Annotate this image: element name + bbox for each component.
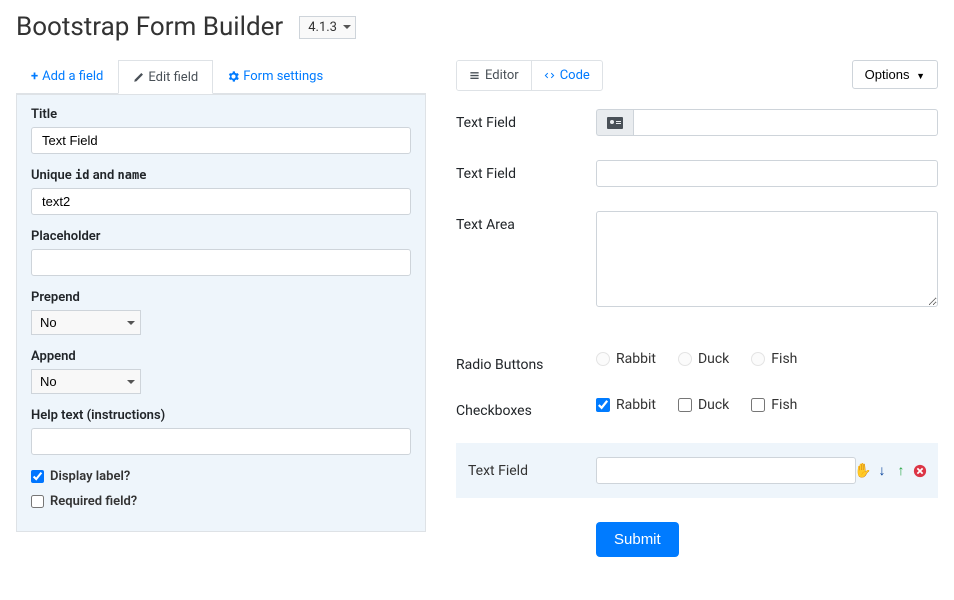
field-radio: Radio Buttons Rabbit Duck Fish — [456, 351, 938, 373]
radio-option[interactable]: Fish — [751, 351, 797, 367]
helptext-label: Help text (instructions) — [31, 408, 411, 423]
move-up-icon[interactable]: ↑ — [893, 463, 909, 479]
append-label: Append — [31, 349, 411, 364]
submit-button[interactable]: Submit — [596, 522, 679, 557]
field-text-1: Text Field — [456, 109, 938, 136]
unique-input[interactable] — [31, 188, 411, 215]
left-nav-tabs: + Add a field Edit field Form settings — [16, 60, 426, 94]
checkbox-duck[interactable] — [678, 398, 692, 412]
tab-edit-field[interactable]: Edit field — [118, 60, 213, 94]
required-field-text: Required field? — [50, 494, 137, 509]
helptext-input[interactable] — [31, 428, 411, 455]
field-text-2: Text Field — [456, 160, 938, 187]
field-checkboxes: Checkboxes Rabbit Duck Fish — [456, 397, 938, 419]
text-input-2[interactable] — [596, 160, 938, 187]
display-label-text: Display label? — [50, 469, 130, 484]
title-input[interactable] — [31, 127, 411, 154]
title-label: Title — [31, 107, 411, 122]
unique-label: Unique id and name — [31, 168, 411, 183]
plus-icon: + — [31, 69, 38, 84]
radio-duck[interactable] — [678, 352, 692, 366]
selected-field-row[interactable]: Text Field ✋ ↓ ↑ — [456, 443, 938, 498]
id-card-icon — [607, 117, 623, 129]
prepend-label: Prepend — [31, 290, 411, 305]
page-title: Bootstrap Form Builder — [16, 12, 283, 42]
gear-icon — [228, 71, 239, 82]
tab-code[interactable]: Code — [532, 61, 602, 90]
checkbox-option[interactable]: Rabbit — [596, 397, 656, 413]
prepend-select[interactable]: No — [31, 310, 141, 335]
required-field-checkbox[interactable] — [31, 495, 44, 508]
options-button[interactable]: Options ▼ — [852, 60, 938, 89]
radio-option[interactable]: Duck — [678, 351, 729, 367]
checkbox-fish[interactable] — [751, 398, 765, 412]
placeholder-label: Placeholder — [31, 229, 411, 244]
textarea-input[interactable] — [596, 211, 938, 307]
field-textarea: Text Area — [456, 211, 938, 311]
append-select[interactable]: No — [31, 369, 141, 394]
text-input-1[interactable] — [633, 109, 938, 136]
tab-editor[interactable]: Editor — [457, 61, 532, 90]
checkbox-rabbit[interactable] — [596, 398, 610, 412]
version-select[interactable]: 4.1.3 — [299, 16, 356, 39]
edit-field-panel: Title Unique id and name Placeholder Pre… — [16, 94, 426, 532]
delete-icon[interactable] — [912, 463, 928, 479]
tab-form-settings[interactable]: Form settings — [213, 60, 338, 93]
list-icon — [469, 70, 480, 81]
prepend-badge — [596, 109, 633, 136]
pencil-icon — [133, 72, 144, 83]
checkbox-option[interactable]: Fish — [751, 397, 797, 413]
drag-handle-icon[interactable]: ✋ — [855, 463, 871, 479]
radio-option[interactable]: Rabbit — [596, 351, 656, 367]
code-icon — [544, 70, 555, 81]
left-panel: + Add a field Edit field Form settings T… — [16, 60, 426, 557]
placeholder-input[interactable] — [31, 249, 411, 276]
row-actions: ✋ ↓ ↑ — [855, 463, 928, 479]
radio-rabbit[interactable] — [596, 352, 610, 366]
preview-tabs: Editor Code — [456, 60, 603, 91]
checkbox-option[interactable]: Duck — [678, 397, 729, 413]
selected-text-input[interactable] — [596, 457, 856, 484]
right-panel: Editor Code Options ▼ Text Field — [456, 60, 938, 557]
caret-down-icon: ▼ — [916, 71, 925, 81]
display-label-checkbox[interactable] — [31, 470, 44, 483]
tab-add-field[interactable]: + Add a field — [16, 60, 118, 93]
move-down-icon[interactable]: ↓ — [874, 463, 890, 479]
page-header: Bootstrap Form Builder 4.1.3 — [16, 12, 938, 42]
radio-fish[interactable] — [751, 352, 765, 366]
